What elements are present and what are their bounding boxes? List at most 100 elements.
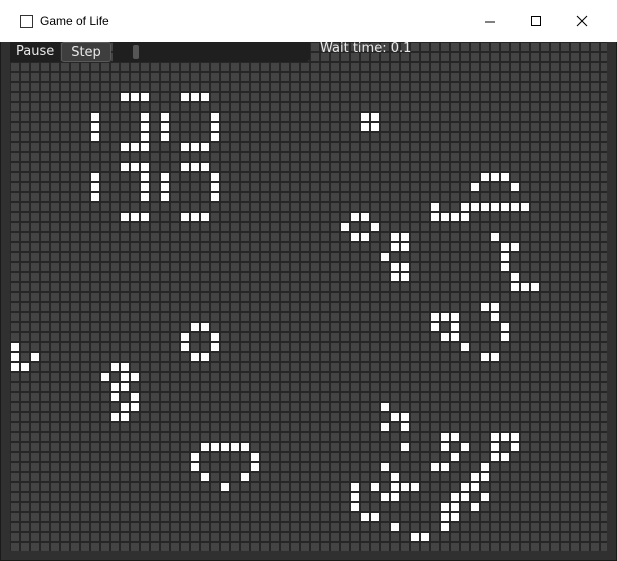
dead-cell[interactable] [401, 123, 409, 131]
dead-cell[interactable] [451, 93, 459, 101]
live-cell[interactable] [441, 503, 449, 511]
dead-cell[interactable] [111, 163, 119, 171]
dead-cell[interactable] [211, 503, 219, 511]
dead-cell[interactable] [181, 203, 189, 211]
dead-cell[interactable] [461, 273, 469, 281]
dead-cell[interactable] [71, 513, 79, 521]
dead-cell[interactable] [151, 473, 159, 481]
dead-cell[interactable] [281, 193, 289, 201]
dead-cell[interactable] [451, 133, 459, 141]
dead-cell[interactable] [281, 303, 289, 311]
dead-cell[interactable] [511, 323, 519, 331]
dead-cell[interactable] [221, 263, 229, 271]
dead-cell[interactable] [471, 373, 479, 381]
dead-cell[interactable] [381, 393, 389, 401]
dead-cell[interactable] [181, 543, 189, 551]
dead-cell[interactable] [71, 363, 79, 371]
dead-cell[interactable] [151, 223, 159, 231]
dead-cell[interactable] [181, 133, 189, 141]
dead-cell[interactable] [41, 263, 49, 271]
dead-cell[interactable] [151, 233, 159, 241]
dead-cell[interactable] [121, 193, 129, 201]
dead-cell[interactable] [71, 213, 79, 221]
dead-cell[interactable] [21, 443, 29, 451]
dead-cell[interactable] [291, 303, 299, 311]
dead-cell[interactable] [91, 433, 99, 441]
dead-cell[interactable] [321, 213, 329, 221]
dead-cell[interactable] [581, 63, 589, 71]
dead-cell[interactable] [161, 253, 169, 261]
dead-cell[interactable] [61, 103, 69, 111]
dead-cell[interactable] [301, 513, 309, 521]
dead-cell[interactable] [101, 203, 109, 211]
dead-cell[interactable] [131, 253, 139, 261]
dead-cell[interactable] [51, 163, 59, 171]
dead-cell[interactable] [11, 473, 19, 481]
dead-cell[interactable] [501, 143, 509, 151]
dead-cell[interactable] [401, 183, 409, 191]
dead-cell[interactable] [31, 433, 39, 441]
slider-handle[interactable] [133, 45, 139, 59]
dead-cell[interactable] [291, 193, 299, 201]
dead-cell[interactable] [521, 403, 529, 411]
dead-cell[interactable] [601, 163, 607, 171]
dead-cell[interactable] [111, 93, 119, 101]
dead-cell[interactable] [181, 283, 189, 291]
dead-cell[interactable] [351, 93, 359, 101]
dead-cell[interactable] [341, 193, 349, 201]
dead-cell[interactable] [51, 263, 59, 271]
live-cell[interactable] [11, 363, 19, 371]
dead-cell[interactable] [541, 223, 549, 231]
dead-cell[interactable] [431, 263, 439, 271]
dead-cell[interactable] [181, 243, 189, 251]
dead-cell[interactable] [81, 313, 89, 321]
dead-cell[interactable] [141, 103, 149, 111]
dead-cell[interactable] [261, 313, 269, 321]
dead-cell[interactable] [411, 93, 419, 101]
dead-cell[interactable] [571, 53, 579, 61]
dead-cell[interactable] [301, 63, 309, 71]
dead-cell[interactable] [171, 63, 179, 71]
dead-cell[interactable] [451, 543, 459, 551]
dead-cell[interactable] [301, 243, 309, 251]
live-cell[interactable] [451, 333, 459, 341]
dead-cell[interactable] [371, 403, 379, 411]
dead-cell[interactable] [61, 313, 69, 321]
dead-cell[interactable] [361, 383, 369, 391]
dead-cell[interactable] [401, 403, 409, 411]
dead-cell[interactable] [251, 313, 259, 321]
dead-cell[interactable] [161, 233, 169, 241]
dead-cell[interactable] [291, 423, 299, 431]
dead-cell[interactable] [111, 503, 119, 511]
dead-cell[interactable] [51, 123, 59, 131]
dead-cell[interactable] [361, 83, 369, 91]
dead-cell[interactable] [571, 223, 579, 231]
dead-cell[interactable] [581, 253, 589, 261]
dead-cell[interactable] [421, 53, 429, 61]
dead-cell[interactable] [461, 523, 469, 531]
dead-cell[interactable] [391, 373, 399, 381]
dead-cell[interactable] [431, 103, 439, 111]
dead-cell[interactable] [411, 453, 419, 461]
dead-cell[interactable] [151, 313, 159, 321]
dead-cell[interactable] [331, 403, 339, 411]
dead-cell[interactable] [571, 513, 579, 521]
dead-cell[interactable] [31, 223, 39, 231]
dead-cell[interactable] [281, 153, 289, 161]
dead-cell[interactable] [311, 263, 319, 271]
dead-cell[interactable] [351, 63, 359, 71]
dead-cell[interactable] [111, 173, 119, 181]
dead-cell[interactable] [371, 523, 379, 531]
dead-cell[interactable] [281, 333, 289, 341]
dead-cell[interactable] [491, 43, 499, 51]
dead-cell[interactable] [261, 513, 269, 521]
dead-cell[interactable] [201, 283, 209, 291]
dead-cell[interactable] [501, 503, 509, 511]
dead-cell[interactable] [101, 383, 109, 391]
dead-cell[interactable] [31, 283, 39, 291]
dead-cell[interactable] [211, 93, 219, 101]
dead-cell[interactable] [261, 243, 269, 251]
dead-cell[interactable] [461, 243, 469, 251]
dead-cell[interactable] [551, 263, 559, 271]
dead-cell[interactable] [571, 193, 579, 201]
